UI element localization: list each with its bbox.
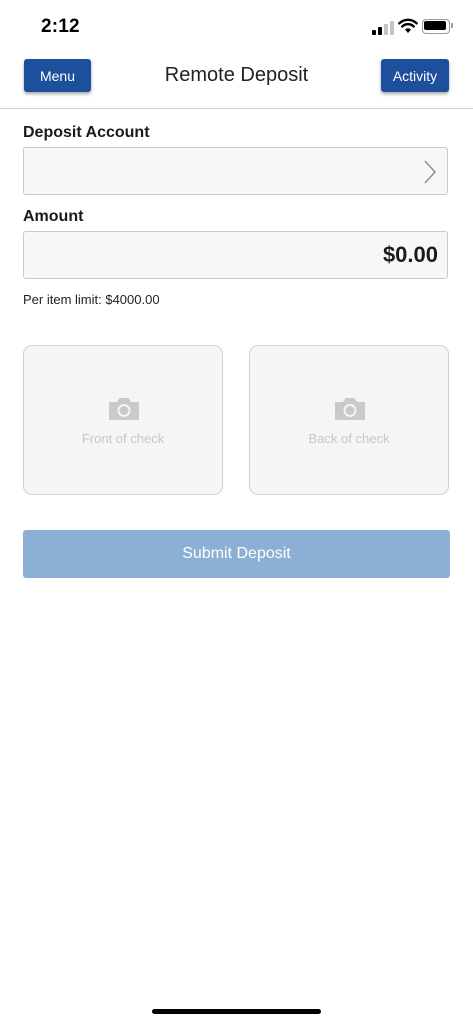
- submit-deposit-button[interactable]: Submit Deposit: [23, 530, 450, 578]
- front-of-check-label: Front of check: [81, 431, 165, 446]
- camera-icon: [335, 398, 365, 420]
- amount-input[interactable]: $0.00: [23, 231, 448, 279]
- camera-icon: [109, 398, 139, 420]
- activity-button[interactable]: Activity: [381, 59, 449, 92]
- amount-value: $0.00: [382, 242, 438, 267]
- status-bar: 2:12: [0, 0, 473, 52]
- back-of-check-label: Back of check: [308, 431, 390, 446]
- wifi-icon: [398, 18, 418, 33]
- signal-icon: [372, 21, 394, 35]
- battery-icon: [422, 19, 454, 34]
- front-of-check-capture[interactable]: Front of check: [23, 345, 223, 495]
- deposit-account-select[interactable]: [23, 147, 448, 195]
- chevron-right-icon: [424, 160, 436, 184]
- nav-bar: Menu Remote Deposit Activity: [0, 52, 473, 109]
- amount-label: Amount: [23, 208, 84, 225]
- deposit-account-label: Deposit Account: [23, 124, 150, 141]
- back-of-check-capture[interactable]: Back of check: [249, 345, 449, 495]
- per-item-limit: Per item limit: $4000.00: [23, 292, 160, 307]
- home-indicator: [152, 1009, 321, 1014]
- status-time: 2:12: [41, 16, 80, 37]
